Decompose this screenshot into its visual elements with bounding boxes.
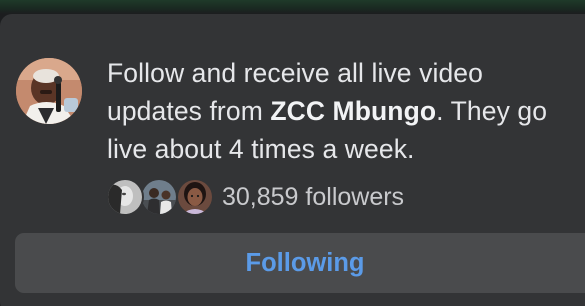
follow-prompt-message: Follow and receive all live video update… — [107, 54, 582, 168]
page-avatar-image — [16, 58, 82, 124]
followers-count: 30,859 followers — [222, 183, 405, 211]
follower-avatars — [106, 177, 218, 217]
follow-prompt-card: Follow and receive all live video update… — [0, 14, 585, 306]
page-name-link[interactable]: ZCC Mbungo — [270, 96, 436, 126]
follower-avatar-3 — [176, 178, 214, 216]
following-button[interactable]: Following — [15, 233, 585, 293]
screen: Follow and receive all live video update… — [0, 0, 585, 306]
followers-row: 30,859 followers — [106, 177, 404, 217]
follower-avatar-1 — [106, 178, 144, 216]
page-avatar[interactable] — [16, 58, 82, 124]
follower-avatar-2 — [140, 178, 178, 216]
